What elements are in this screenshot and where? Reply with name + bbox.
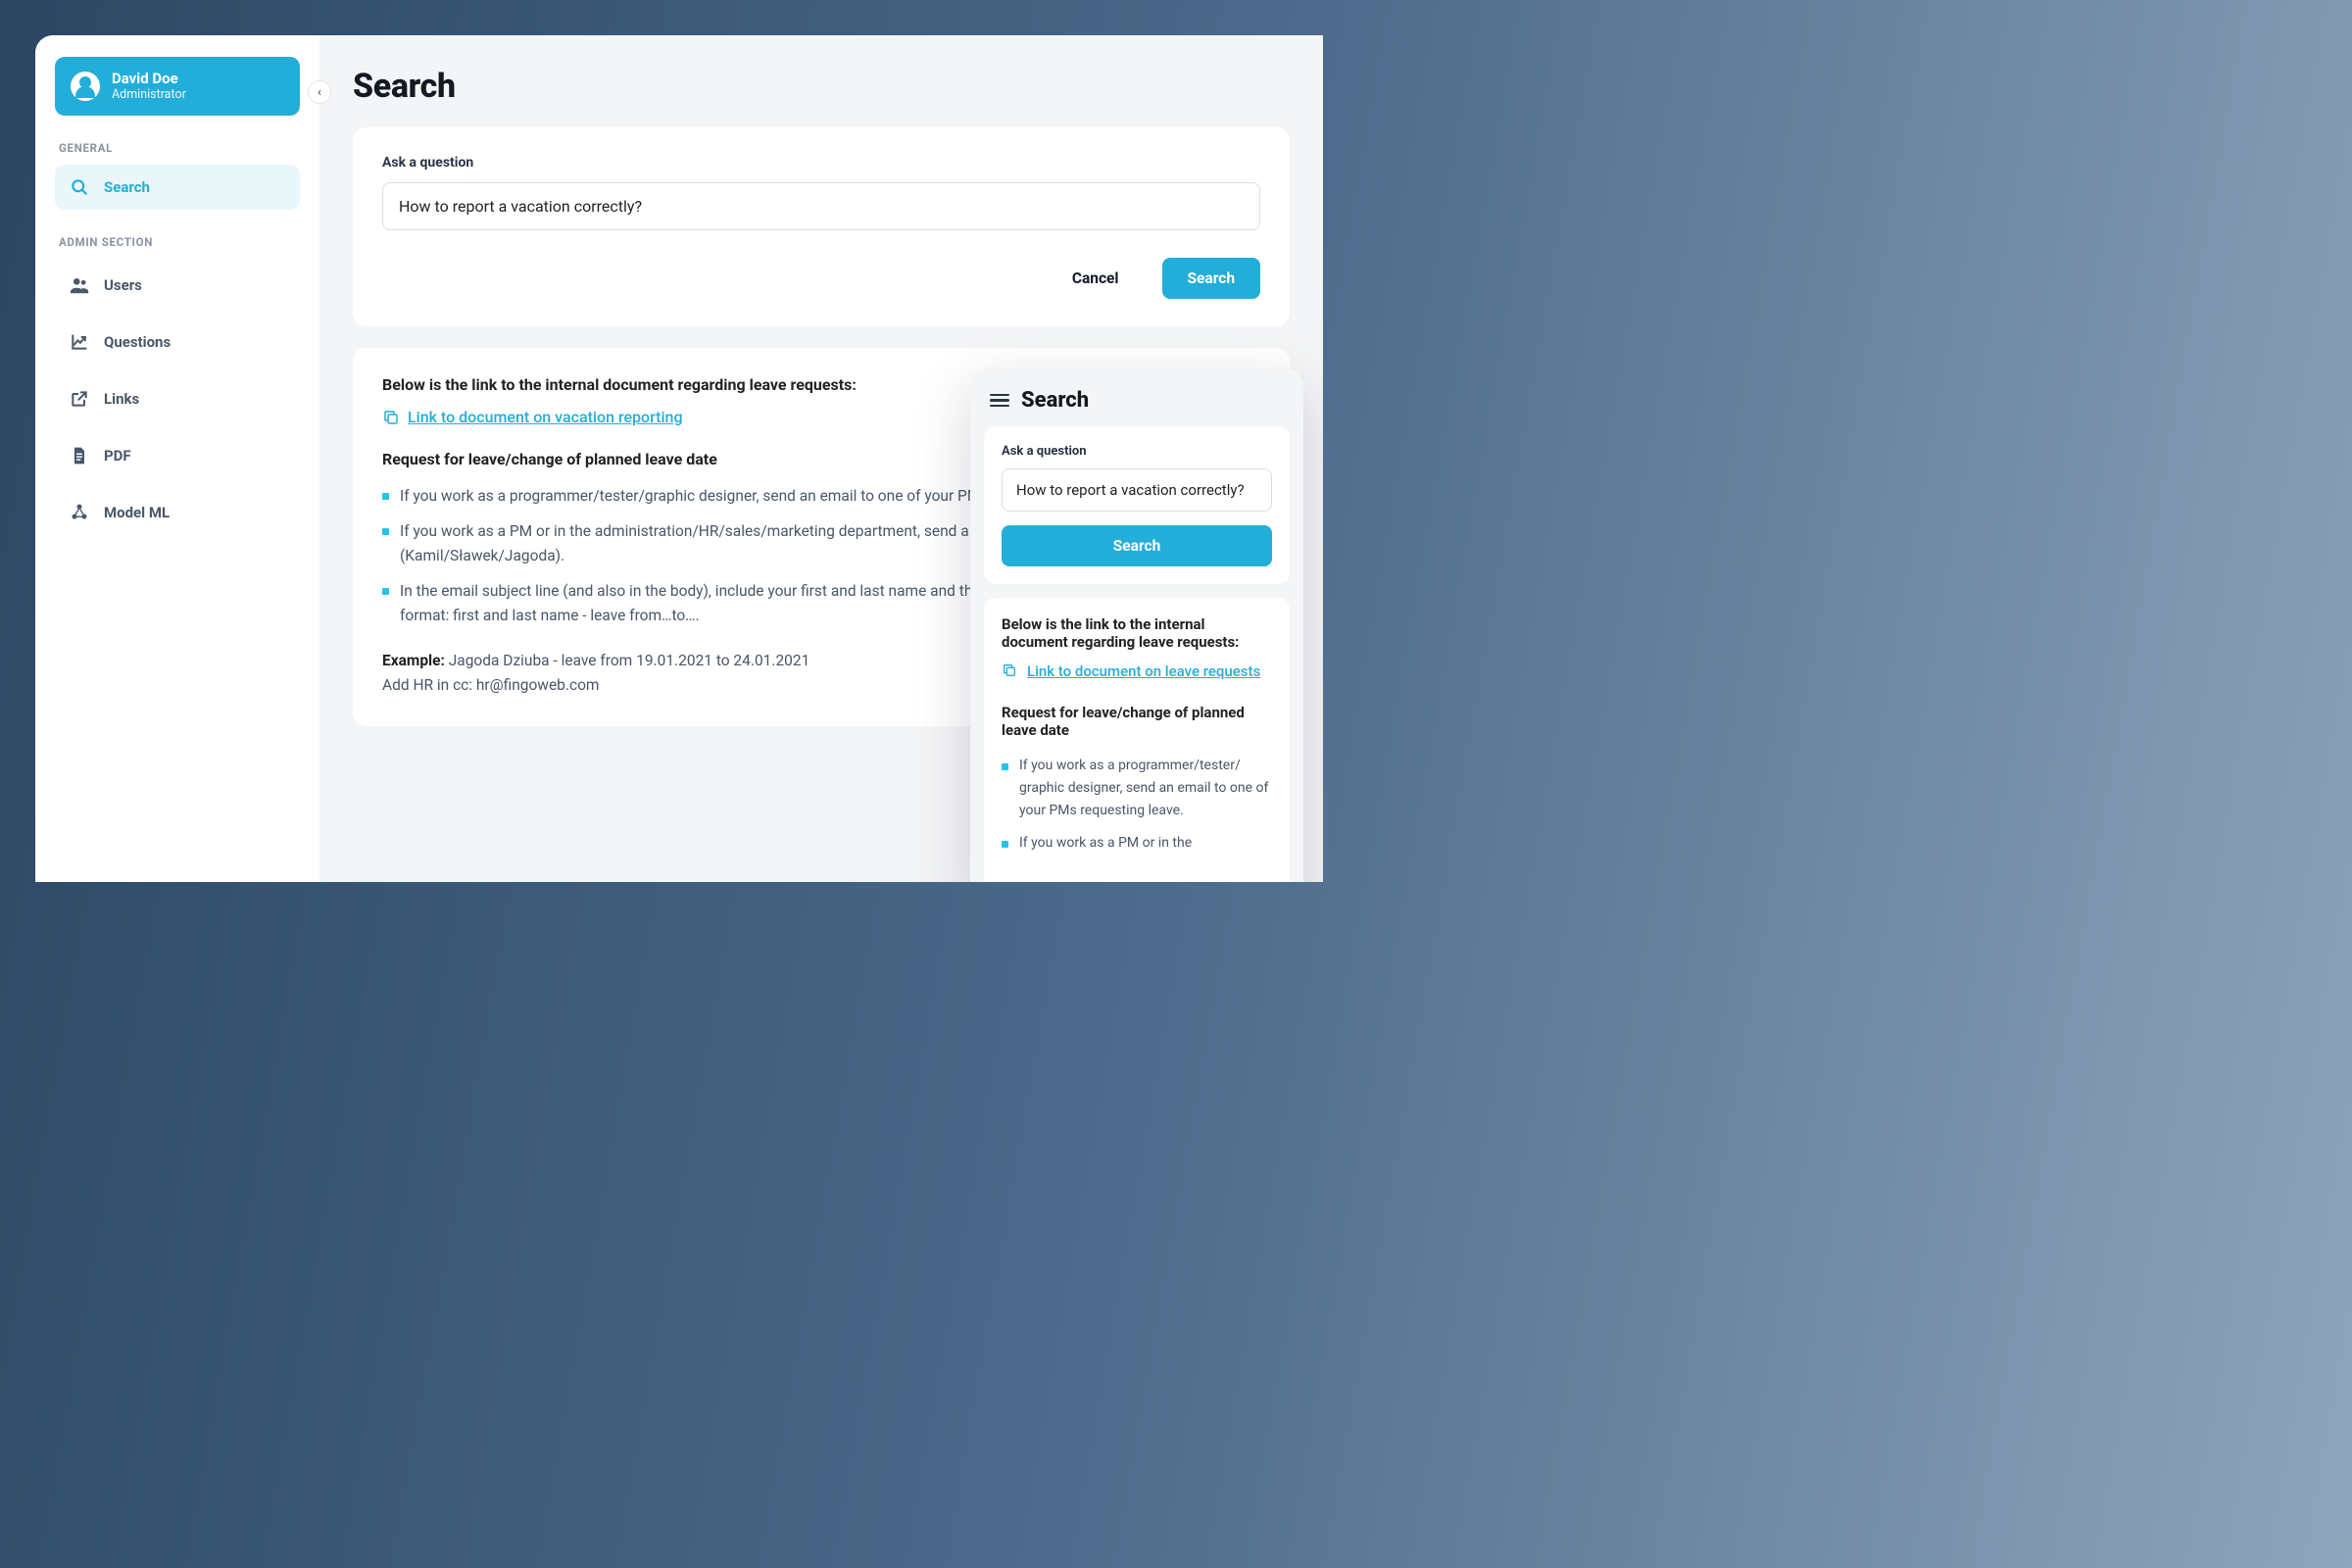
sidebar-item-pdf[interactable]: PDF — [55, 429, 300, 482]
sidebar-item-label: Model ML — [104, 504, 170, 521]
mobile-doc-link[interactable]: Link to document on leave requests — [1027, 662, 1260, 680]
ask-input[interactable] — [382, 182, 1260, 230]
section-label-general: GENERAL — [59, 141, 296, 155]
mobile-ask-input[interactable] — [1002, 468, 1272, 512]
mobile-panel: Search Ask a question Search Below is th… — [970, 368, 1303, 882]
copy-icon[interactable] — [382, 409, 400, 426]
mobile-title: Search — [1021, 388, 1089, 413]
mobile-bullets: If you work as a programmer/tester/ grap… — [1002, 755, 1272, 855]
mobile-result-intro: Below is the link to the internal docume… — [1002, 615, 1272, 651]
hamburger-icon[interactable] — [990, 394, 1009, 408]
ask-actions: Cancel Search — [382, 258, 1260, 299]
sidebar-item-label: Users — [104, 276, 142, 294]
sidebar-item-search[interactable]: Search — [55, 165, 300, 210]
mobile-bullet: If you work as a PM or in the — [1002, 832, 1272, 855]
app-frame: David Doe Administrator ‹ GENERAL Search… — [35, 35, 1323, 882]
ask-label: Ask a question — [382, 155, 1260, 171]
copy-icon[interactable] — [1002, 662, 1019, 680]
external-link-icon — [69, 388, 90, 410]
user-role: Administrator — [112, 87, 186, 102]
sidebar: David Doe Administrator ‹ GENERAL Search… — [35, 35, 319, 882]
sidebar-item-label: Links — [104, 390, 139, 408]
user-card[interactable]: David Doe Administrator — [55, 57, 300, 116]
user-name: David Doe — [112, 71, 186, 87]
avatar-icon — [71, 72, 100, 101]
page-title: Search — [353, 67, 1290, 106]
main-content: Search Ask a question Cancel Search Belo… — [319, 35, 1323, 882]
mobile-search-button[interactable]: Search — [1002, 525, 1272, 566]
model-icon — [69, 502, 90, 523]
sidebar-item-label: Questions — [104, 333, 171, 351]
sidebar-item-label: PDF — [104, 447, 131, 465]
mobile-section-title: Request for leave/change of planned leav… — [1002, 704, 1272, 739]
document-icon — [69, 445, 90, 466]
mobile-ask-card: Ask a question Search — [984, 426, 1290, 584]
user-info: David Doe Administrator — [112, 71, 186, 102]
search-button[interactable]: Search — [1162, 258, 1261, 299]
sidebar-item-label: Search — [104, 178, 150, 196]
mobile-header: Search — [984, 382, 1290, 426]
ask-card: Ask a question Cancel Search — [353, 127, 1290, 326]
sidebar-item-model-ml[interactable]: Model ML — [55, 486, 300, 539]
mobile-result-card: Below is the link to the internal docume… — [984, 598, 1290, 882]
mobile-doc-link-row: Link to document on leave requests — [1002, 662, 1272, 680]
doc-link[interactable]: Link to document on vacation reporting — [408, 408, 683, 426]
users-icon — [69, 274, 90, 296]
cancel-button[interactable]: Cancel — [1047, 258, 1145, 299]
sidebar-item-links[interactable]: Links — [55, 372, 300, 425]
chart-icon — [69, 331, 90, 353]
sidebar-item-users[interactable]: Users — [55, 259, 300, 312]
mobile-bullet: If you work as a programmer/tester/ grap… — [1002, 755, 1272, 822]
search-icon — [69, 176, 90, 198]
section-label-admin: ADMIN SECTION — [59, 235, 296, 249]
sidebar-item-questions[interactable]: Questions — [55, 316, 300, 368]
mobile-ask-label: Ask a question — [1002, 444, 1272, 459]
